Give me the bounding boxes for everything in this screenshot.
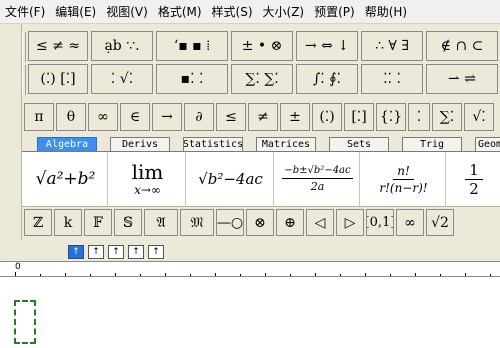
arrows-palette-button[interactable]: → ⇔ ↓ [296,31,358,61]
infinity-symbol-button[interactable]: ∞ [88,103,118,131]
menu-preferences[interactable]: 预置(P) [309,2,360,22]
embellishments-palette-button[interactable]: ʻ▪ ▪ ⁞ [156,31,228,61]
right-triangle-button[interactable]: ▷ [336,209,364,236]
template-label: √a²+b² [35,169,96,189]
sqrt-two-button[interactable]: √2 [426,209,454,236]
integrals-palette-button[interactable]: ∫⁚ ∮⁚ [296,64,358,94]
template-sqrt-discriminant[interactable]: √b²−4ac [188,152,274,206]
menu-style[interactable]: 样式(S) [207,2,258,22]
template-permutations[interactable]: n! r!(n−r)! [362,152,446,206]
sqrt-template-button[interactable]: √⁚ [464,103,494,131]
menu-view[interactable]: 视图(V) [101,2,153,22]
menu-help[interactable]: 帮助(H) [360,2,412,22]
infinity-button[interactable]: ∞ [396,209,424,236]
template-label: 2a [310,180,325,193]
fraction-template-button[interactable]: ⁚ [408,103,430,131]
braces-template-button[interactable]: {⁚} [376,103,406,131]
element-of-symbol-button[interactable]: ∈ [120,103,150,131]
fences-palette-button[interactable]: (⁚) [⁚] [28,64,88,94]
tab-derivs[interactable]: Derivs [110,137,170,151]
multimap-symbol-button[interactable]: —○ [216,209,244,236]
parentheses-template-button[interactable]: (⁚) [312,103,342,131]
sum-template-button[interactable]: ∑⁚ [432,103,462,131]
closed-interval-button[interactable]: [0,1] [366,209,394,236]
fractions-radicals-palette-button[interactable]: ⁚ √⁚ [91,64,153,94]
spaces-ellipses-palette-button[interactable]: ạb ∵. [91,31,153,61]
menu-format[interactable]: 格式(M) [153,2,207,22]
toolbar-grip[interactable] [22,32,26,62]
tab-geom[interactable]: Geom [475,137,500,151]
nudge-button[interactable]: ↑ [128,245,144,259]
template-label: lim [131,160,164,184]
double-struck-z-button[interactable]: ℤ [24,209,52,236]
partial-symbol-button[interactable]: ∂ [184,103,214,131]
not-equal-symbol-button[interactable]: ≠ [248,103,278,131]
toolbar-left-strip [0,24,22,240]
double-struck-s-button[interactable]: 𝕊 [114,209,142,236]
menu-file[interactable]: 文件(F) [0,2,50,22]
nudge-button[interactable]: ↑ [148,245,164,259]
tab-statistics[interactable]: Statistics [183,137,243,151]
relations-palette-button[interactable]: ≤ ≠ ≈ [28,31,88,61]
fraktur-a-button[interactable]: 𝔄 [144,209,178,236]
template-label: 2 [469,179,479,198]
template-quadratic-formula[interactable]: −b±√b²−4ac 2a [276,152,360,206]
tab-algebra[interactable]: Algebra [37,137,97,151]
sums-palette-button[interactable]: ∑⁚ ∑⁚ [231,64,293,94]
fraktur-m-button[interactable]: 𝔐 [180,209,214,236]
tab-sets[interactable]: Sets [329,137,389,151]
nudge-button[interactable]: ↑ [68,245,84,259]
ruler[interactable]: 0 [0,261,500,277]
logic-palette-button[interactable]: ∴ ∀ ∃ [361,31,423,61]
template-label: r!(n−r)! [379,180,428,195]
brackets-template-button[interactable]: [⁚] [344,103,374,131]
menu-bar: 文件(F) 编辑(E) 视图(V) 格式(M) 样式(S) 大小(Z) 预置(P… [0,0,500,24]
right-arrow-symbol-button[interactable]: → [152,103,182,131]
toolbar-grip[interactable] [22,65,26,95]
template-label: n! [393,163,414,180]
template-label: 1 [465,161,483,180]
circled-plus-button[interactable]: ⊕ [276,209,304,236]
nudge-button[interactable]: ↑ [108,245,124,259]
pi-symbol-button[interactable]: π [24,103,54,131]
template-one-half[interactable]: 1 2 [448,152,500,206]
template-label: −b±√b²−4ac [282,164,353,179]
menu-edit[interactable]: 编辑(E) [50,2,101,22]
labeled-arrows-palette-button[interactable]: ⇀ ⇌ [426,64,498,94]
circled-times-button[interactable]: ⊗ [246,209,274,236]
tab-matrices[interactable]: Matrices [256,137,316,151]
ruler-ticks [15,272,491,276]
nudge-button[interactable]: ↑ [88,245,104,259]
theta-symbol-button[interactable]: θ [56,103,86,131]
empty-slot-placeholder[interactable] [14,300,36,344]
less-equal-symbol-button[interactable]: ≤ [216,103,246,131]
operators-palette-button[interactable]: ± • ⊗ [231,31,293,61]
template-label: x→∞ [134,183,161,197]
subscripts-palette-button[interactable]: ▪⁚ ⁚ [156,64,228,94]
double-struck-f-button[interactable]: 𝔽 [84,209,112,236]
plus-minus-symbol-button[interactable]: ± [280,103,310,131]
k-symbol-button[interactable]: k [54,209,82,236]
template-sqrt-sum-of-squares[interactable]: √a²+b² [24,152,108,206]
ruler-origin-label: 0 [15,262,21,272]
tab-trig[interactable]: Trig [402,137,462,151]
menu-size[interactable]: 大小(Z) [258,2,310,22]
left-triangle-button[interactable]: ◁ [306,209,334,236]
template-label: √b²−4ac [198,170,263,188]
equation-editing-area[interactable] [0,277,500,348]
set-theory-palette-button[interactable]: ∉ ∩ ⊂ [426,31,498,61]
template-limit[interactable]: lim x→∞ [110,152,186,206]
underbars-palette-button[interactable]: ⁚⁚ ⁚ [361,64,423,94]
